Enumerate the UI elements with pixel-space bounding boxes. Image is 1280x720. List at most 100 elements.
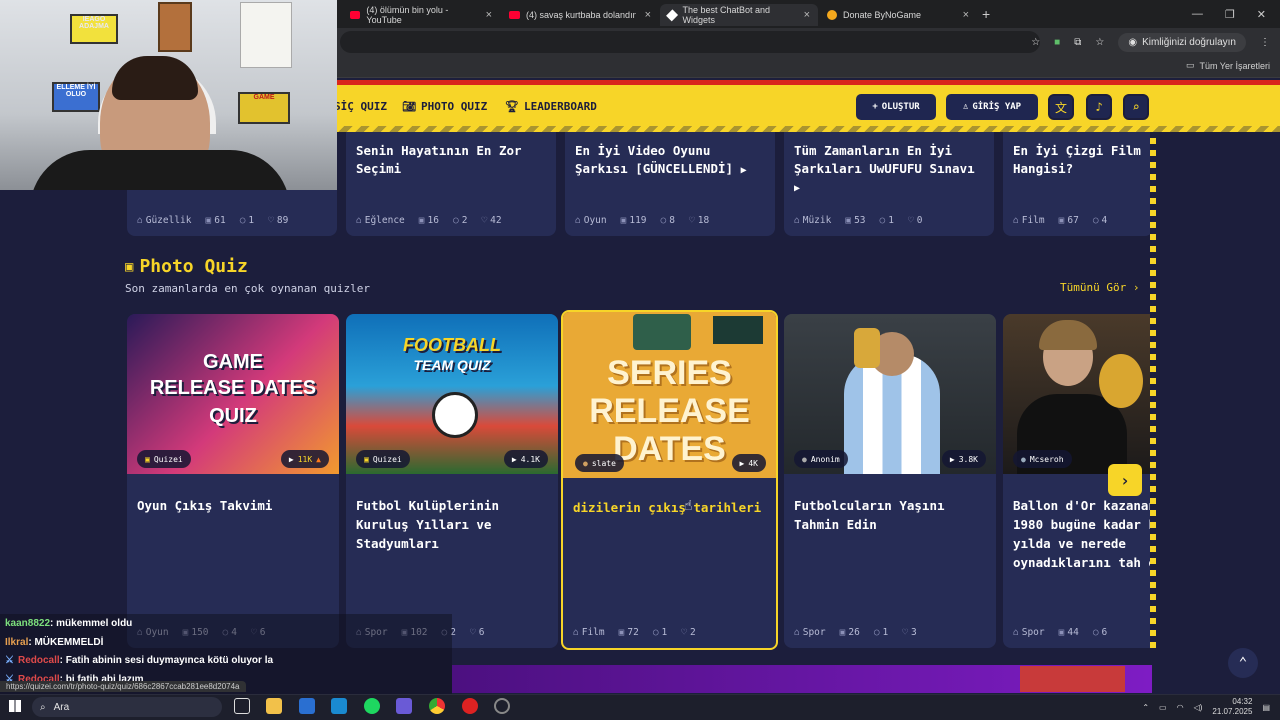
taskbar-search[interactable]: ⌕ Ara: [32, 697, 222, 717]
nav-leaderboard[interactable]: 🏆︎ LEADERBOARD: [505, 100, 597, 113]
app-icon[interactable]: [494, 698, 510, 714]
heart-icon: ♡: [268, 215, 274, 226]
url-field[interactable]: [340, 31, 1040, 53]
create-button[interactable]: + OLUŞTUR: [856, 94, 936, 120]
puzzle-icon[interactable]: ⧉: [1074, 37, 1081, 48]
sword-icon: ⚔: [5, 655, 14, 666]
profile-button[interactable]: ◉ Kimliğinizi doğrulayın: [1118, 32, 1246, 52]
outlook-icon[interactable]: [299, 698, 315, 714]
section-title: ▣ Photo Quiz: [125, 256, 248, 277]
carousel-next-button[interactable]: ›: [1108, 464, 1142, 496]
photo-quiz-card[interactable]: GAME RELEASE DATES QUIZ ▣ Quizei ▶ 11K ▲ Oy…: [127, 314, 339, 648]
comment-icon: ○: [879, 215, 886, 226]
banner-image: [1020, 666, 1125, 692]
card-meta: ⌂ Eğlence ▣ 16 ○ 2 ♡ 42: [356, 215, 502, 226]
youtube-icon: [350, 11, 361, 19]
minimize-icon[interactable]: —: [1192, 8, 1203, 20]
video-icon: ▶: [794, 183, 801, 194]
extension-icon[interactable]: ■: [1054, 37, 1060, 48]
notifications-button[interactable]: ♪: [1086, 94, 1112, 120]
questions-icon: ▣: [205, 215, 212, 226]
nav-music-quiz[interactable]: SİÇ QUIZ: [334, 100, 387, 113]
clock[interactable]: 04:32 21.07.2025: [1212, 697, 1252, 717]
comment-icon: ○: [660, 215, 667, 226]
comment-icon: ○: [1092, 627, 1099, 638]
notification-icon[interactable]: ▤: [1262, 703, 1270, 712]
search-button[interactable]: ⌕: [1123, 94, 1149, 120]
bynogame-icon: [827, 10, 837, 20]
avatar-icon: ●: [802, 454, 807, 464]
menu-icon[interactable]: ⋮: [1260, 37, 1270, 48]
tag-icon: ⌂: [575, 215, 581, 226]
close-window-icon[interactable]: ✕: [1257, 8, 1266, 21]
quiz-thumbnail: FOOTBALL TEAM QUIZ ▣ Quizei ▶ 4.1K: [346, 314, 558, 474]
chevron-up-icon[interactable]: ⌃: [1142, 703, 1149, 712]
questions-icon: ▣: [1058, 627, 1065, 638]
fire-icon: ▲: [316, 454, 321, 464]
star-icon[interactable]: ☆: [1031, 37, 1040, 48]
close-icon[interactable]: ×: [963, 9, 969, 21]
card-meta: ⌂ Oyun ▣ 119 ○ 8 ♡ 18: [575, 215, 710, 226]
bell-icon: ♪: [1095, 100, 1103, 114]
see-all-link[interactable]: Tümünü Gör ›: [1060, 281, 1139, 294]
photo-quiz-card[interactable]: FOOTBALL TEAM QUIZ ▣ Quizei ▶ 4.1K Futbol …: [346, 314, 558, 648]
quiz-thumbnail: GAME RELEASE DATES QUIZ ▣ Quizei ▶ 11K ▲: [127, 314, 339, 474]
obs-icon[interactable]: [462, 698, 478, 714]
scroll-to-top-button[interactable]: ⌃: [1228, 648, 1258, 678]
card-meta: ⌂ Müzik ▣ 53 ○ 1 ♡ 0: [794, 215, 923, 226]
quiz-card[interactable]: En İyi Video Oyunu Şarkısı [GÜNCELLENDİ]…: [565, 132, 775, 236]
photo-quiz-card-highlighted[interactable]: SERIES RELEASE DATES ● slate ▶ 4K dizileri…: [561, 310, 778, 650]
browser-tab[interactable]: (4) ölümün bin yolu - YouTube ×: [342, 4, 500, 26]
windows-start-icon[interactable]: [9, 700, 21, 712]
browser-tab-active[interactable]: The best ChatBot and Widgets ×: [660, 4, 818, 26]
network-icon[interactable]: ▭: [1159, 703, 1167, 712]
tag-icon: ⌂: [1013, 215, 1019, 226]
system-tray: ⌃ ▭ ◠ ◁) 04:32 21.07.2025 ▤: [1142, 695, 1270, 719]
youtube-icon: [509, 11, 520, 19]
quiz-card[interactable]: Senin Hayatının En Zor Seçimi ⌂ Eğlence ▣…: [346, 132, 556, 236]
author-badge: ▣ Quizei: [356, 450, 410, 468]
bookmark-star-icon[interactable]: ☆: [1095, 37, 1104, 48]
nav-photo-quiz[interactable]: 📷︎ PHOTO QUIZ: [402, 100, 487, 113]
heart-icon: ♡: [908, 215, 914, 226]
quiz-card[interactable]: En İyi Çizgi Film Hangisi? ⌂ Film ▣ 67 ○ 4: [1003, 132, 1153, 236]
tag-icon: ⌂: [794, 627, 800, 638]
language-button[interactable]: 文: [1048, 94, 1074, 120]
spotify-icon[interactable]: [364, 698, 380, 714]
search-icon: ⌕: [40, 701, 46, 713]
play-icon: ▶: [511, 454, 517, 464]
volume-icon[interactable]: ◁): [1194, 703, 1203, 712]
file-explorer-icon[interactable]: [266, 698, 282, 714]
plays-badge: ▶ 3.8K: [941, 450, 986, 468]
close-icon[interactable]: ×: [804, 9, 810, 21]
chrome-icon[interactable]: [429, 698, 445, 714]
wifi-icon[interactable]: ◠: [1177, 703, 1184, 712]
app-icon[interactable]: [396, 698, 412, 714]
heart-icon: ♡: [902, 627, 909, 638]
login-button[interactable]: ♙ GİRİŞ YAP: [946, 94, 1038, 120]
window-controls: — ❐ ✕: [1192, 0, 1280, 28]
hatch-border: [1150, 132, 1156, 648]
section-subtitle: Son zamanlarda en çok oynanan quizler: [125, 282, 371, 295]
play-icon: ▶: [739, 458, 745, 468]
play-icon: ▶: [949, 454, 955, 464]
quiz-card[interactable]: Tüm Zamanların En İyi Şarkıları UwUFUFU …: [784, 132, 994, 236]
photo-quiz-card[interactable]: ● Anonim ▶ 3.8K Futbolcuların Yaşını Tahmi…: [784, 314, 996, 648]
chat-message: kaan8822: mükemmel oldu: [5, 618, 133, 629]
task-view-icon[interactable]: [234, 698, 250, 714]
browser-tab[interactable]: Donate ByNoGame ×: [819, 4, 977, 26]
author-badge: ● Anonim: [794, 450, 848, 468]
questions-icon: ▣: [418, 215, 425, 226]
close-icon[interactable]: ×: [645, 9, 651, 21]
logo-icon: ▣: [364, 454, 369, 464]
ball-icon: [432, 392, 478, 438]
browser-tab[interactable]: (4) savaş kurtbaba dolandıncılık×: [501, 4, 659, 26]
close-icon[interactable]: ×: [486, 9, 492, 21]
translate-icon: 文: [1054, 100, 1067, 115]
restore-icon[interactable]: ❐: [1225, 8, 1235, 21]
heart-icon: ♡: [681, 627, 688, 638]
quiz-thumbnail: SERIES RELEASE DATES ● slate ▶ 4K: [563, 312, 776, 478]
new-tab-button[interactable]: +: [982, 6, 990, 22]
store-icon[interactable]: [331, 698, 347, 714]
all-bookmarks[interactable]: ▭ Tüm Yer İşaretleri: [1186, 60, 1270, 71]
